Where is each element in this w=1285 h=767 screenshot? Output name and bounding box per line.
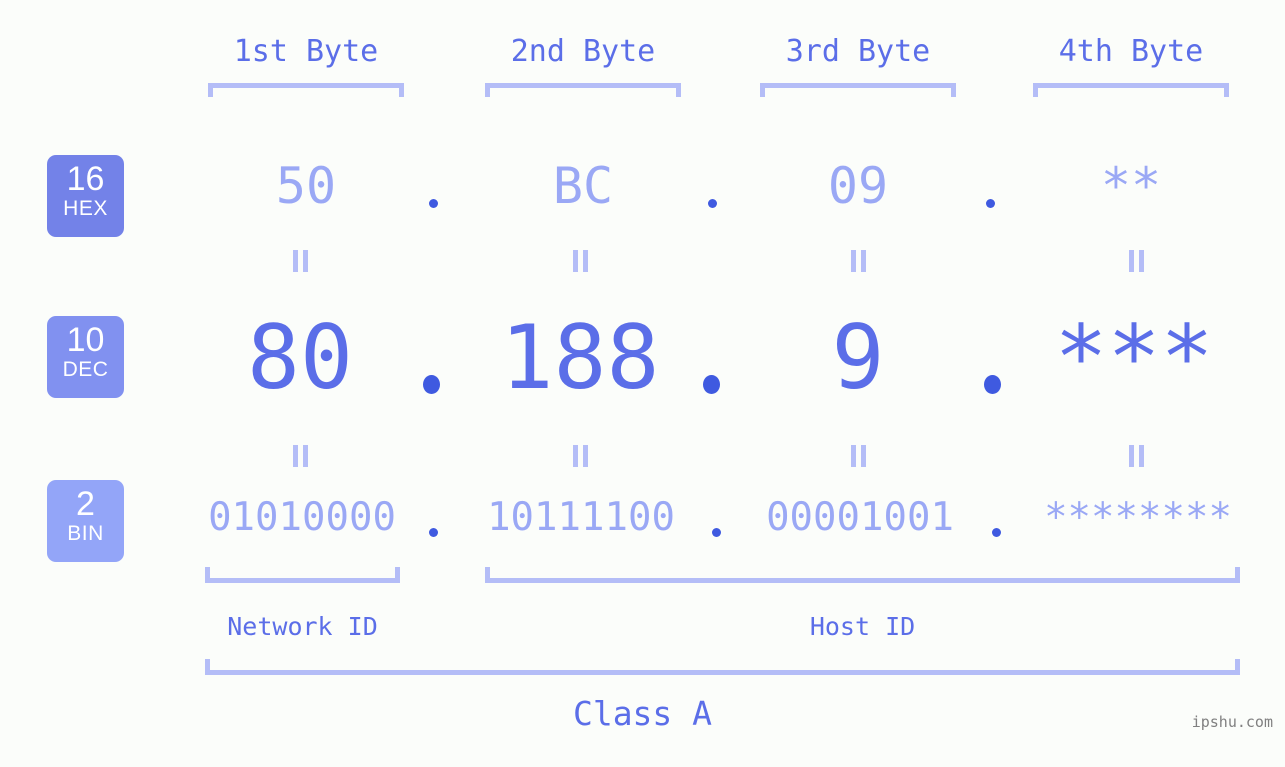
hex-octet-1: 50	[275, 157, 337, 215]
base-badge-dec-number: 10	[66, 321, 105, 359]
byte-bracket-1	[208, 83, 404, 97]
dec-separator-dot-2	[703, 375, 720, 394]
equals-mark-hex-dec-3	[850, 250, 867, 272]
byte-header-1: 1st Byte	[233, 34, 379, 69]
byte-bracket-3	[760, 83, 956, 97]
network-id-bracket	[205, 567, 400, 583]
equals-mark-dec-bin-2	[572, 445, 589, 467]
base-badge-hex: 16 HEX	[47, 155, 124, 237]
dec-separator-dot-3	[984, 375, 1001, 394]
hex-octet-2: BC	[552, 157, 614, 215]
host-id-bracket	[485, 567, 1240, 583]
equals-mark-dec-bin-4	[1128, 445, 1145, 467]
equals-mark-hex-dec-1	[292, 250, 309, 272]
base-badge-hex-number: 16	[66, 160, 105, 198]
dec-octet-2: 188	[500, 306, 660, 409]
hex-separator-dot-2	[708, 199, 717, 208]
byte-bracket-2	[485, 83, 681, 97]
byte-header-3: 3rd Byte	[785, 34, 931, 69]
class-bracket	[205, 659, 1240, 675]
base-badge-bin-number: 2	[76, 485, 95, 523]
equals-mark-dec-bin-1	[292, 445, 309, 467]
bin-octet-1: 01010000	[208, 495, 396, 540]
hex-separator-dot-1	[429, 199, 438, 208]
byte-header-2: 2nd Byte	[510, 34, 656, 69]
network-id-label: Network ID	[227, 612, 378, 641]
host-id-label: Host ID	[809, 612, 916, 641]
base-badge-dec-name: DEC	[62, 358, 109, 381]
watermark-text: ipshu.com	[1191, 713, 1273, 731]
base-badge-dec: 10 DEC	[47, 316, 124, 398]
bin-octet-2: 10111100	[487, 495, 675, 540]
hex-octet-3: 09	[827, 157, 889, 215]
dec-octet-3: 9	[831, 306, 885, 409]
base-badge-hex-name: HEX	[63, 197, 108, 220]
base-badge-bin-name: BIN	[67, 522, 104, 545]
bin-separator-dot-3	[992, 528, 1001, 537]
byte-header-4: 4th Byte	[1058, 34, 1204, 69]
equals-mark-hex-dec-4	[1128, 250, 1145, 272]
equals-mark-hex-dec-2	[572, 250, 589, 272]
equals-mark-dec-bin-3	[850, 445, 867, 467]
ip-address-breakdown-diagram: 1st Byte 2nd Byte 3rd Byte 4th Byte 16 H…	[0, 0, 1285, 767]
class-label: Class A	[572, 694, 713, 733]
bin-separator-dot-1	[429, 528, 438, 537]
dec-octet-4: ***	[1054, 306, 1214, 409]
hex-octet-4: **	[1100, 157, 1162, 215]
bin-octet-3: 00001001	[766, 495, 954, 540]
bin-separator-dot-2	[712, 528, 721, 537]
base-badge-bin: 2 BIN	[47, 480, 124, 562]
dec-octet-1: 80	[247, 306, 353, 409]
dec-separator-dot-1	[423, 375, 440, 394]
byte-bracket-4	[1033, 83, 1229, 97]
hex-separator-dot-3	[986, 199, 995, 208]
bin-octet-4: ********	[1044, 495, 1232, 540]
